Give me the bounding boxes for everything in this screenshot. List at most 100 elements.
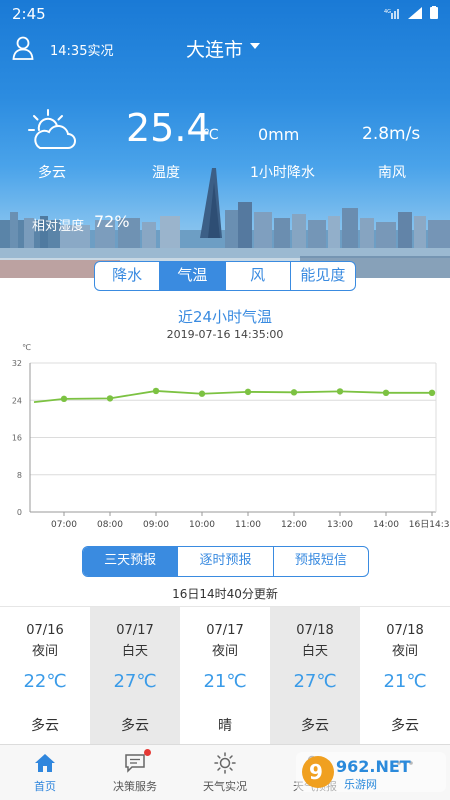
forecast-temp: 27℃ [113,671,157,692]
forecast-temp: 21℃ [203,671,247,692]
tab-rain[interactable]: 降水 [95,262,159,290]
weather-hero: 2:45 4G 14:35实况 大连市 多云 25.4 ℃ 温度 0mm 1小时… [0,0,450,278]
forecast-weather: 晴 [218,718,232,734]
humidity-value: 72% [94,212,130,231]
condition-label: 多云 [38,165,66,181]
element-tabs: 降水 气温 风 能见度 [94,261,356,291]
forecast-date: 07/17 [116,623,154,638]
y-tick-label: 8 [17,471,22,480]
forecast-item[interactable]: 07/18 白天 27℃ 多云 [270,607,360,745]
watermark-logo: 9 962.NET 乐游网 [296,752,446,792]
temperature-point [336,388,344,395]
status-bar: 2:45 4G [0,0,450,28]
tab-temperature[interactable]: 气温 [159,262,225,290]
temperature-point [152,387,160,395]
y-tick-label: 24 [12,396,22,405]
tab-visibility[interactable]: 能见度 [289,262,355,290]
temperature-point [428,389,436,396]
city-selector[interactable]: 大连市 [186,35,243,62]
forecast-list: 07/16 夜间 22℃ 多云 07/17 白天 27℃ 多云 07/17 夜间… [0,606,450,745]
forecast-item[interactable]: 07/17 夜间 21℃ 晴 [180,607,270,745]
temperature-point [244,388,252,396]
svg-text:962.NET: 962.NET [336,757,411,776]
humidity-label: 相对湿度 [32,219,85,234]
forecast-weather: 多云 [301,718,329,734]
temperature-point [106,395,114,402]
y-tick-label: 0 [17,508,22,517]
temperature-point [60,395,68,403]
notification-badge [144,749,151,756]
temperature-chart: ℃ 0 8 16 24 32 07:00 08:00 09:00 10:00 11:00 12:00 1… [12,343,450,530]
x-tick-label: 08:00 [97,520,123,530]
network-label: 4G [384,9,391,15]
wind-speed: 2.8m/s [362,124,421,144]
nav-weather-live[interactable]: 天气实况 [180,745,270,800]
temperature-point [290,389,298,396]
temperature-point [198,390,206,397]
y-axis-unit: ℃ [22,343,31,352]
rain-value: 0mm [258,125,300,144]
y-tick-label: 16 [12,434,22,443]
home-icon [35,754,55,772]
temperature-label: 温度 [152,165,180,181]
forecast-weather: 多云 [31,718,59,734]
signal-icon [408,6,422,19]
svg-text:乐游网: 乐游网 [344,778,377,791]
x-tick-label: 11:00 [235,520,261,530]
forecast-date: 07/18 [296,623,334,638]
nav-decision-label: 决策服务 [113,780,157,793]
temperature-unit: ℃ [203,127,219,143]
rain-label: 1小时降水 [250,165,315,181]
forecast-date: 07/16 [26,623,64,638]
x-tick-label: 07:00 [51,520,77,530]
x-tick-label: 14:00 [373,520,399,530]
network-icon: 4G [384,8,399,19]
cloud-sun-icon [28,109,76,149]
forecast-weather: 多云 [121,718,149,734]
status-time: 2:45 [12,5,46,23]
battery-icon [430,6,438,19]
forecast-item[interactable]: 07/16 夜间 22℃ 多云 [0,607,90,745]
x-tick-label: 13:00 [327,520,353,530]
title-bar: 14:35实况 大连市 [0,32,450,66]
svg-text:9: 9 [309,760,323,784]
chevron-down-icon[interactable] [250,43,260,49]
tab-sms[interactable]: 预报短信 [272,547,368,576]
x-tick-label: 10:00 [189,520,215,530]
current-temperature: 25.4 [126,106,211,150]
forecast-period: 夜间 [211,644,238,659]
status-icons: 4G [384,6,438,19]
tab-hourly[interactable]: 逐时预报 [177,547,272,576]
nav-weather-live-label: 天气实况 [203,780,247,793]
forecast-item[interactable]: 07/18 夜间 21℃ 多云 [360,607,450,745]
forecast-item[interactable]: 07/17 白天 27℃ 多云 [90,607,180,745]
forecast-tabs: 三天预报 逐时预报 预报短信 [82,546,369,577]
forecast-temp: 27℃ [293,671,337,692]
temperature-point [382,389,390,396]
chart-title: 近24小时气温 [177,308,273,326]
forecast-period: 白天 [301,644,328,659]
y-tick-label: 32 [12,359,22,368]
forecast-date: 07/17 [206,623,244,638]
x-tick-label: 16日14:35 [409,519,450,530]
wind-direction: 南风 [378,165,406,181]
sun-icon [214,752,236,774]
forecast-weather: 多云 [391,718,419,734]
tab-three-day[interactable]: 三天预报 [83,547,178,576]
observation-time: 14:35实况 [50,44,114,59]
x-tick-label: 12:00 [281,520,307,530]
forecast-period: 白天 [121,644,148,659]
message-icon [125,754,145,773]
forecast-temp: 21℃ [383,671,427,692]
nav-home-label: 首页 [34,780,56,793]
nav-decision-service[interactable]: 决策服务 [90,745,180,800]
forecast-temp: 22℃ [23,671,67,692]
forecast-period: 夜间 [391,644,418,659]
forecast-date: 07/18 [386,623,424,638]
forecast-period: 夜间 [31,644,58,659]
update-time: 16日14时40分更新 [172,587,278,601]
x-tick-label: 09:00 [143,520,169,530]
person-icon[interactable] [12,36,34,60]
tab-wind[interactable]: 风 [224,262,290,290]
nav-home[interactable]: 首页 [0,745,90,800]
